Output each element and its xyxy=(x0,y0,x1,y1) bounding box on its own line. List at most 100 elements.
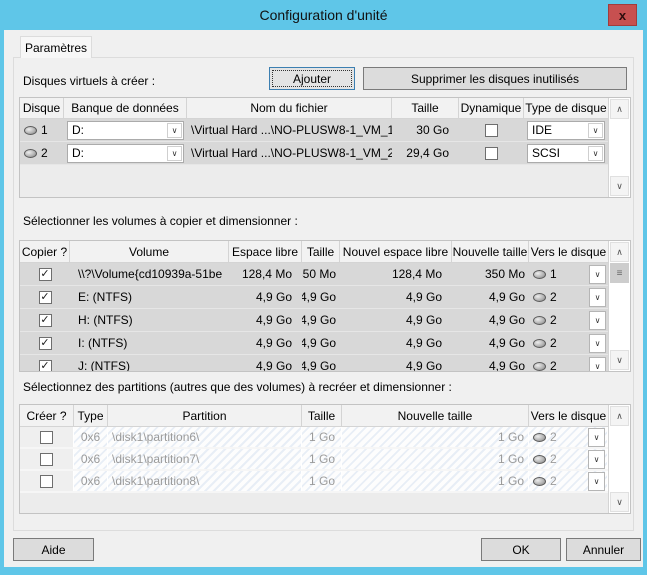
chevron-down-icon[interactable]: ∨ xyxy=(588,123,603,138)
target-disk-dropdown[interactable]: ∨ xyxy=(589,357,606,372)
type-cell: 0x6 xyxy=(74,449,108,469)
col-header-nouvelle-taille[interactable]: Nouvelle taille xyxy=(342,405,529,426)
table-row[interactable]: 2 D:∨ \Virtual Hard ...\NO-PLUSW8-1_VM_2… xyxy=(20,142,608,165)
datastore-combobox[interactable]: D:∨ xyxy=(67,144,184,163)
chevron-up-icon: ∧ xyxy=(616,411,623,422)
partition-cell: \disk1\partition6\ xyxy=(108,427,302,447)
create-checkbox[interactable] xyxy=(40,431,53,444)
cancel-button[interactable]: Annuler xyxy=(566,538,641,561)
target-disk-dropdown[interactable]: ∨ xyxy=(589,288,606,307)
table-row[interactable]: ✓ J: (NTFS) 4,9 Go 4,9 Go 4,9 Go 4,9 Go … xyxy=(20,355,608,371)
datastore-combobox[interactable]: D:∨ xyxy=(67,121,184,140)
tab-parametres[interactable]: Paramètres xyxy=(20,36,92,58)
disk-type-combobox[interactable]: IDE∨ xyxy=(527,121,605,140)
scroll-up-button[interactable]: ∧ xyxy=(610,99,629,119)
col-header-vers-le-disque[interactable]: Vers le disque xyxy=(529,405,608,426)
target-disk-dropdown[interactable]: ∨ xyxy=(589,311,606,330)
target-disk-dropdown[interactable]: ∨ xyxy=(588,450,605,469)
partitions-label: Sélectionnez des partitions (autres que … xyxy=(23,380,452,394)
table-row[interactable]: ✓ I: (NTFS) 4,9 Go 4,9 Go 4,9 Go 4,9 Go … xyxy=(20,332,608,355)
create-checkbox[interactable] xyxy=(40,475,53,488)
target-disk-dropdown[interactable]: ∨ xyxy=(589,265,606,284)
virtual-disks-label: Disques virtuels à créer : xyxy=(23,74,155,88)
scroll-down-button[interactable]: ∨ xyxy=(610,176,629,196)
create-checkbox[interactable] xyxy=(40,453,53,466)
col-header-dynamique[interactable]: Dynamique xyxy=(459,98,524,118)
new-size-cell: 4,9 Go xyxy=(452,309,529,331)
copy-checkbox[interactable]: ✓ xyxy=(39,360,52,372)
copy-checkbox[interactable]: ✓ xyxy=(39,291,52,304)
scroll-up-button[interactable]: ∧ xyxy=(610,242,629,262)
new-free-space-cell: 4,9 Go xyxy=(340,309,452,331)
col-header-nouvelle-taille[interactable]: Nouvelle taille xyxy=(452,241,529,262)
col-header-disque[interactable]: Disque xyxy=(20,98,64,118)
new-size-cell: 1 Go xyxy=(342,449,529,469)
table-row[interactable]: 1 D:∨ \Virtual Hard ...\NO-PLUSW8-1_VM_1… xyxy=(20,119,608,142)
add-button[interactable]: Ajouter xyxy=(269,67,355,90)
copy-checkbox[interactable]: ✓ xyxy=(39,337,52,350)
scroll-up-button[interactable]: ∧ xyxy=(610,406,629,426)
dynamic-checkbox[interactable] xyxy=(485,147,498,160)
col-header-nouvel-espace-libre[interactable]: Nouvel espace libre xyxy=(340,241,452,262)
free-space-cell: 4,9 Go xyxy=(229,332,302,354)
volume-cell: E: (NTFS) xyxy=(70,286,229,308)
disk-type-combobox[interactable]: SCSI∨ xyxy=(527,144,605,163)
copy-checkbox[interactable]: ✓ xyxy=(39,268,52,281)
col-header-banque[interactable]: Banque de données xyxy=(64,98,187,118)
col-header-type-disque[interactable]: Type de disque xyxy=(524,98,608,118)
disk-icon xyxy=(533,477,546,486)
table-row[interactable]: 0x6 \disk1\partition7\ 1 Go 1 Go 2∨ xyxy=(20,449,608,471)
col-header-type[interactable]: Type xyxy=(74,405,108,426)
disk-icon xyxy=(533,270,546,279)
col-header-volume[interactable]: Volume xyxy=(70,241,229,262)
scrollbar[interactable]: ∧ ∨ xyxy=(608,98,630,197)
tab-label: Paramètres xyxy=(25,41,87,55)
col-header-copier[interactable]: Copier ? xyxy=(20,241,70,262)
dynamic-checkbox[interactable] xyxy=(485,124,498,137)
col-header-taille[interactable]: Taille xyxy=(392,98,459,118)
scrollbar-thumb[interactable]: ≡ xyxy=(610,263,629,283)
chevron-down-icon[interactable]: ∨ xyxy=(167,123,182,138)
new-size-cell: 4,9 Go xyxy=(452,286,529,308)
copy-checkbox[interactable]: ✓ xyxy=(39,314,52,327)
table-row[interactable]: ✓ \\?\Volume{cd10939a-51be 128,4 Mo 350 … xyxy=(20,263,608,286)
remove-unused-disks-button[interactable]: Supprimer les disques inutilisés xyxy=(363,67,627,90)
scrollbar[interactable]: ∧ ∨ xyxy=(608,405,630,513)
type-cell: 0x6 xyxy=(74,427,108,447)
table-row[interactable]: 0x6 \disk1\partition8\ 1 Go 1 Go 2∨ xyxy=(20,471,608,493)
chevron-down-icon: ∨ xyxy=(595,362,601,371)
col-header-taille[interactable]: Taille xyxy=(302,405,342,426)
col-header-vers-le-disque[interactable]: Vers le disque xyxy=(529,241,608,262)
table-row[interactable]: ✓ H: (NTFS) 4,9 Go 4,9 Go 4,9 Go 4,9 Go … xyxy=(20,309,608,332)
dialog-title: Configuration d'unité xyxy=(260,7,388,23)
target-disk-dropdown[interactable]: ∨ xyxy=(589,334,606,353)
target-disk-dropdown[interactable]: ∨ xyxy=(588,472,605,491)
target-disk-dropdown[interactable]: ∨ xyxy=(588,428,605,447)
size-cell: 4,9 Go xyxy=(302,286,340,308)
title-bar: Configuration d'unité x xyxy=(0,0,647,30)
chevron-down-icon[interactable]: ∨ xyxy=(588,146,603,161)
chevron-down-icon[interactable]: ∨ xyxy=(167,146,182,161)
col-header-taille[interactable]: Taille xyxy=(302,241,340,262)
scroll-down-button[interactable]: ∨ xyxy=(610,350,629,370)
help-button[interactable]: Aide xyxy=(13,538,94,561)
disk-icon xyxy=(24,126,37,135)
new-free-space-cell: 4,9 Go xyxy=(340,286,452,308)
scrollbar[interactable]: ∧ ≡ ∨ xyxy=(608,241,630,371)
table-row[interactable]: ✓ E: (NTFS) 4,9 Go 4,9 Go 4,9 Go 4,9 Go … xyxy=(20,286,608,309)
col-header-creer[interactable]: Créer ? xyxy=(20,405,74,426)
size-cell: 4,9 Go xyxy=(302,355,340,371)
close-button[interactable]: x xyxy=(608,4,637,26)
free-space-cell: 4,9 Go xyxy=(229,286,302,308)
ok-button[interactable]: OK xyxy=(481,538,561,561)
virtual-disks-table: Disque Banque de données Nom du fichier … xyxy=(19,97,631,198)
col-header-partition[interactable]: Partition xyxy=(108,405,302,426)
free-space-cell: 4,9 Go xyxy=(229,309,302,331)
chevron-down-icon: ∨ xyxy=(595,293,601,302)
col-header-nom-fichier[interactable]: Nom du fichier xyxy=(187,98,392,118)
col-header-espace-libre[interactable]: Espace libre xyxy=(229,241,302,262)
disk-icon xyxy=(24,149,37,158)
table-row[interactable]: 0x6 \disk1\partition6\ 1 Go 1 Go 2∨ xyxy=(20,427,608,449)
scroll-down-button[interactable]: ∨ xyxy=(610,492,629,512)
grip-icon: ≡ xyxy=(617,268,623,279)
